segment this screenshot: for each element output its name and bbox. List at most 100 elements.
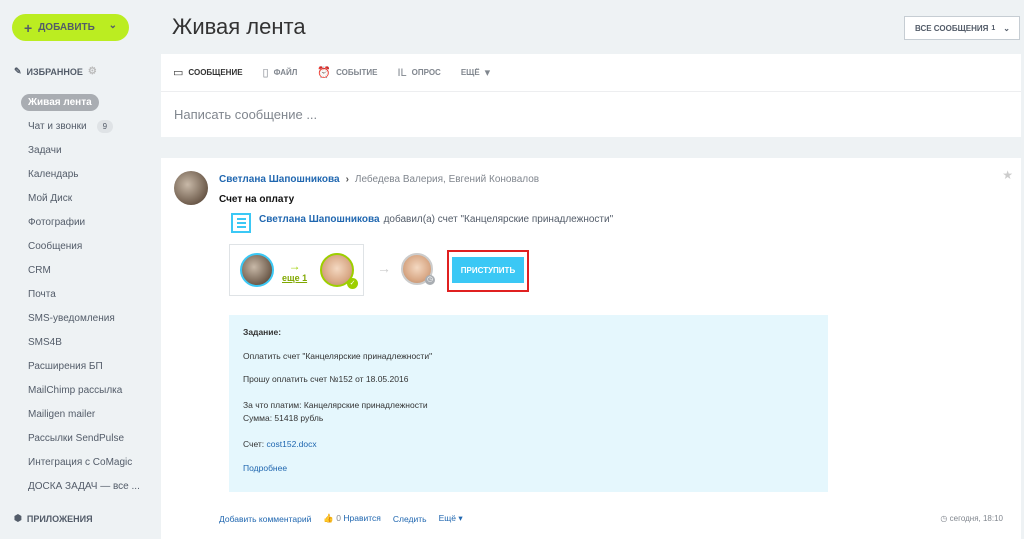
apps-icon: ⬢ [14,513,22,523]
more-menu[interactable]: Ещё ▾ [439,513,463,524]
clock-icon: ◷ [425,275,435,285]
author-link[interactable]: Светлана Шапошникова [219,174,340,185]
favorites-header[interactable]: ✎ ИЗБРАННОЕ ⚙ [14,66,97,77]
chevron-down-icon: ▾ [458,513,463,523]
sidebar-item-chat[interactable]: Чат и звонки 9 [20,114,140,138]
tab-poll[interactable]: ıl ОПРОС [397,67,440,79]
sidebar-item-photos[interactable]: Фотографии [20,210,140,234]
sidebar-item-disk[interactable]: Мой Диск [20,186,140,210]
task-heading: Задание: [243,327,282,337]
tab-label: СООБЩЕНИЕ [188,68,243,77]
action-author-link[interactable]: Светлана Шапошникова [259,214,380,225]
sidebar-item-crm[interactable]: CRM [20,258,140,282]
message-input[interactable]: Написать сообщение ... [161,92,1021,137]
more-link[interactable]: Подробнее [243,463,287,473]
like-count: 0 [336,513,342,523]
message-icon: ▭ [173,67,184,79]
sidebar-item-label: MailChimp рассылка [28,384,123,396]
clock-icon: ◷ [940,514,948,523]
post-header: Светлана Шапошникова › Лебедева Валерия,… [219,174,539,185]
task-line: Прошу оплатить счет №152 от 18.05.2016 [243,374,409,384]
tab-label: ОПРОС [411,68,441,77]
invoice-file-link[interactable]: cost152.docx [267,439,317,449]
like-button[interactable]: 👍 0 Нравится [323,513,381,524]
sidebar-item-sendpulse[interactable]: Рассылки SendPulse [20,426,140,450]
sidebar-item-mail[interactable]: Почта [20,282,140,306]
recipients[interactable]: Лебедева Валерия, Евгений Коновалов [355,174,539,185]
tab-label: СОБЫТИЕ [336,68,378,77]
sidebar-item-label: Задачи [28,144,62,156]
invoice-line: Счет: cost152.docx [243,439,317,449]
composer: ▭ СООБЩЕНИЕ ▯ ФАЙЛ ⏰ СОБЫТИЕ ıl ОПРОС ЕЩЁ ▾ Н… [161,54,1021,137]
gear-icon[interactable]: ⚙ [88,66,97,77]
sidebar-item-label: Рассылки SendPulse [28,432,125,444]
tab-more[interactable]: ЕЩЁ ▾ [461,66,490,79]
star-icon[interactable]: ★ [1002,168,1013,182]
start-button[interactable]: ПРИСТУПИТЬ [452,257,524,283]
chevron-down-icon: ⌄ [108,20,117,31]
task-box: Задание: Оплатить счет "Канцелярские при… [229,315,828,492]
sidebar-item-label: Чат и звонки [28,120,87,132]
avatar[interactable] [174,171,208,205]
sidebar-item-calendar[interactable]: Календарь [20,162,140,186]
sidebar-item-label: Расширения БП [28,360,103,372]
workflow-panel: → еще 1 ✓ [229,244,364,296]
composer-tabs: ▭ СООБЩЕНИЕ ▯ ФАЙЛ ⏰ СОБЫТИЕ ıl ОПРОС ЕЩЁ ▾ [161,54,1021,92]
tab-label: ФАЙЛ [273,68,298,77]
file-icon: ▯ [262,67,269,79]
sidebar-nav: Живая лента Чат и звонки 9 Задачи Календа… [20,90,140,498]
tab-message[interactable]: ▭ СООБЩЕНИЕ [173,66,243,79]
add-button-label: ДОБАВИТЬ [38,22,95,33]
filter-dropdown[interactable]: ВСЕ СООБЩЕНИЯ 1 ⌄ [904,16,1020,40]
sidebar-item-mailchimp[interactable]: MailChimp рассылка [20,378,140,402]
sidebar-item-comagic[interactable]: Интеграция с CoMagic [20,450,140,474]
workflow-more-link[interactable]: еще 1 [282,273,307,283]
avatar[interactable] [240,253,274,287]
pin-icon: ✎ [14,66,22,76]
sidebar-item-mailigen[interactable]: Mailigen mailer [20,402,140,426]
add-button[interactable]: + ДОБАВИТЬ ⌄ [12,14,129,41]
post-footer: Добавить комментарий 👍 0 Нравится Следит… [219,513,463,524]
sidebar-item-bp-extensions[interactable]: Расширения БП [20,354,140,378]
chevron-right-icon: › [345,174,349,185]
tab-label: ЕЩЁ [460,68,480,77]
sidebar-item-messages[interactable]: Сообщения [20,234,140,258]
apps-header[interactable]: ⬢ ПРИЛОЖЕНИЯ [14,513,93,524]
thumbs-up-icon: 👍 [323,513,334,523]
favorites-label: ИЗБРАННОЕ [26,66,83,77]
sidebar-item-label: SMS-уведомления [28,312,115,324]
action-text: добавил(а) счет "Канцелярские принадлежн… [383,214,614,225]
more-label: Ещё [438,513,456,523]
task-line: Оплатить счет "Канцелярские принадлежнос… [243,351,433,361]
sidebar-item-label: Фотографии [28,216,86,228]
sidebar-item-tasks[interactable]: Задачи [20,138,140,162]
sidebar-item-sms4b[interactable]: SMS4B [20,330,140,354]
plus-icon: + [24,19,33,36]
sidebar-item-label: SMS4B [28,336,62,348]
tab-event[interactable]: ⏰ СОБЫТИЕ [317,66,377,79]
sidebar-item-sms[interactable]: SMS-уведомления [20,306,140,330]
apps-label: ПРИЛОЖЕНИЯ [26,513,93,524]
check-icon: ✓ [347,278,358,289]
sidebar-item-label: Мой Диск [28,192,73,204]
add-comment-link[interactable]: Добавить комментарий [219,514,311,524]
tab-file[interactable]: ▯ ФАЙЛ [263,66,298,79]
timestamp-text: сегодня, 18:10 [949,514,1003,523]
feed-post: Светлана Шапошникова › Лебедева Валерия,… [161,158,1021,539]
task-line: Сумма: 51418 рубль [243,413,324,423]
chevron-down-icon: ▾ [484,67,491,79]
sidebar-item-feed[interactable]: Живая лента [20,90,140,114]
filter-label: ВСЕ СООБЩЕНИЯ [915,23,989,33]
sidebar-item-task-board[interactable]: ДОСКА ЗАДАЧ — все ... [20,474,140,498]
timestamp: ◷ сегодня, 18:10 [940,514,1003,523]
action-line: Светлана Шапошникова добавил(а) счет "Ка… [259,214,613,225]
arrow-right-icon: → [377,260,391,276]
sidebar-item-label: Mailigen mailer [28,408,96,420]
invoice-label: Счет: [243,439,265,449]
sidebar-item-label: Календарь [28,168,79,180]
page-title: Живая лента [172,14,306,39]
sidebar-item-label: Живая лента [21,93,99,111]
post-title: Счет на оплату [219,194,295,205]
follow-link[interactable]: Следить [393,514,427,524]
like-label: Нравится [343,513,381,523]
